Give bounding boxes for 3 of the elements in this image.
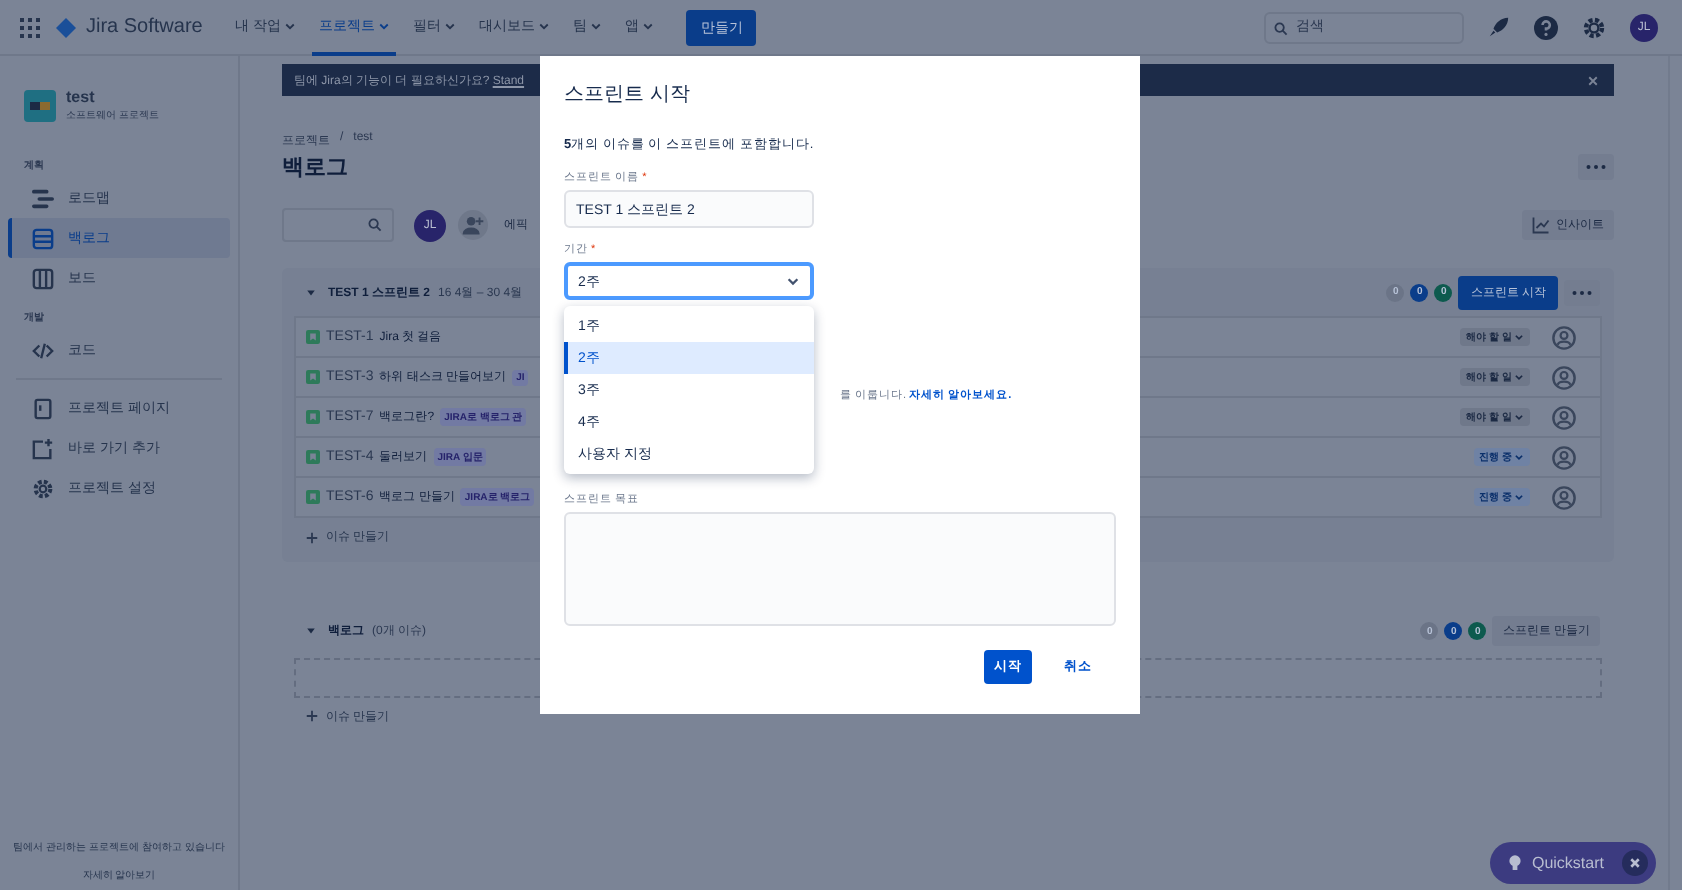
page-title: 백로그 [282, 154, 348, 182]
dialog-title: 스프린트 시작 [564, 82, 692, 108]
project-name: test [66, 88, 97, 106]
